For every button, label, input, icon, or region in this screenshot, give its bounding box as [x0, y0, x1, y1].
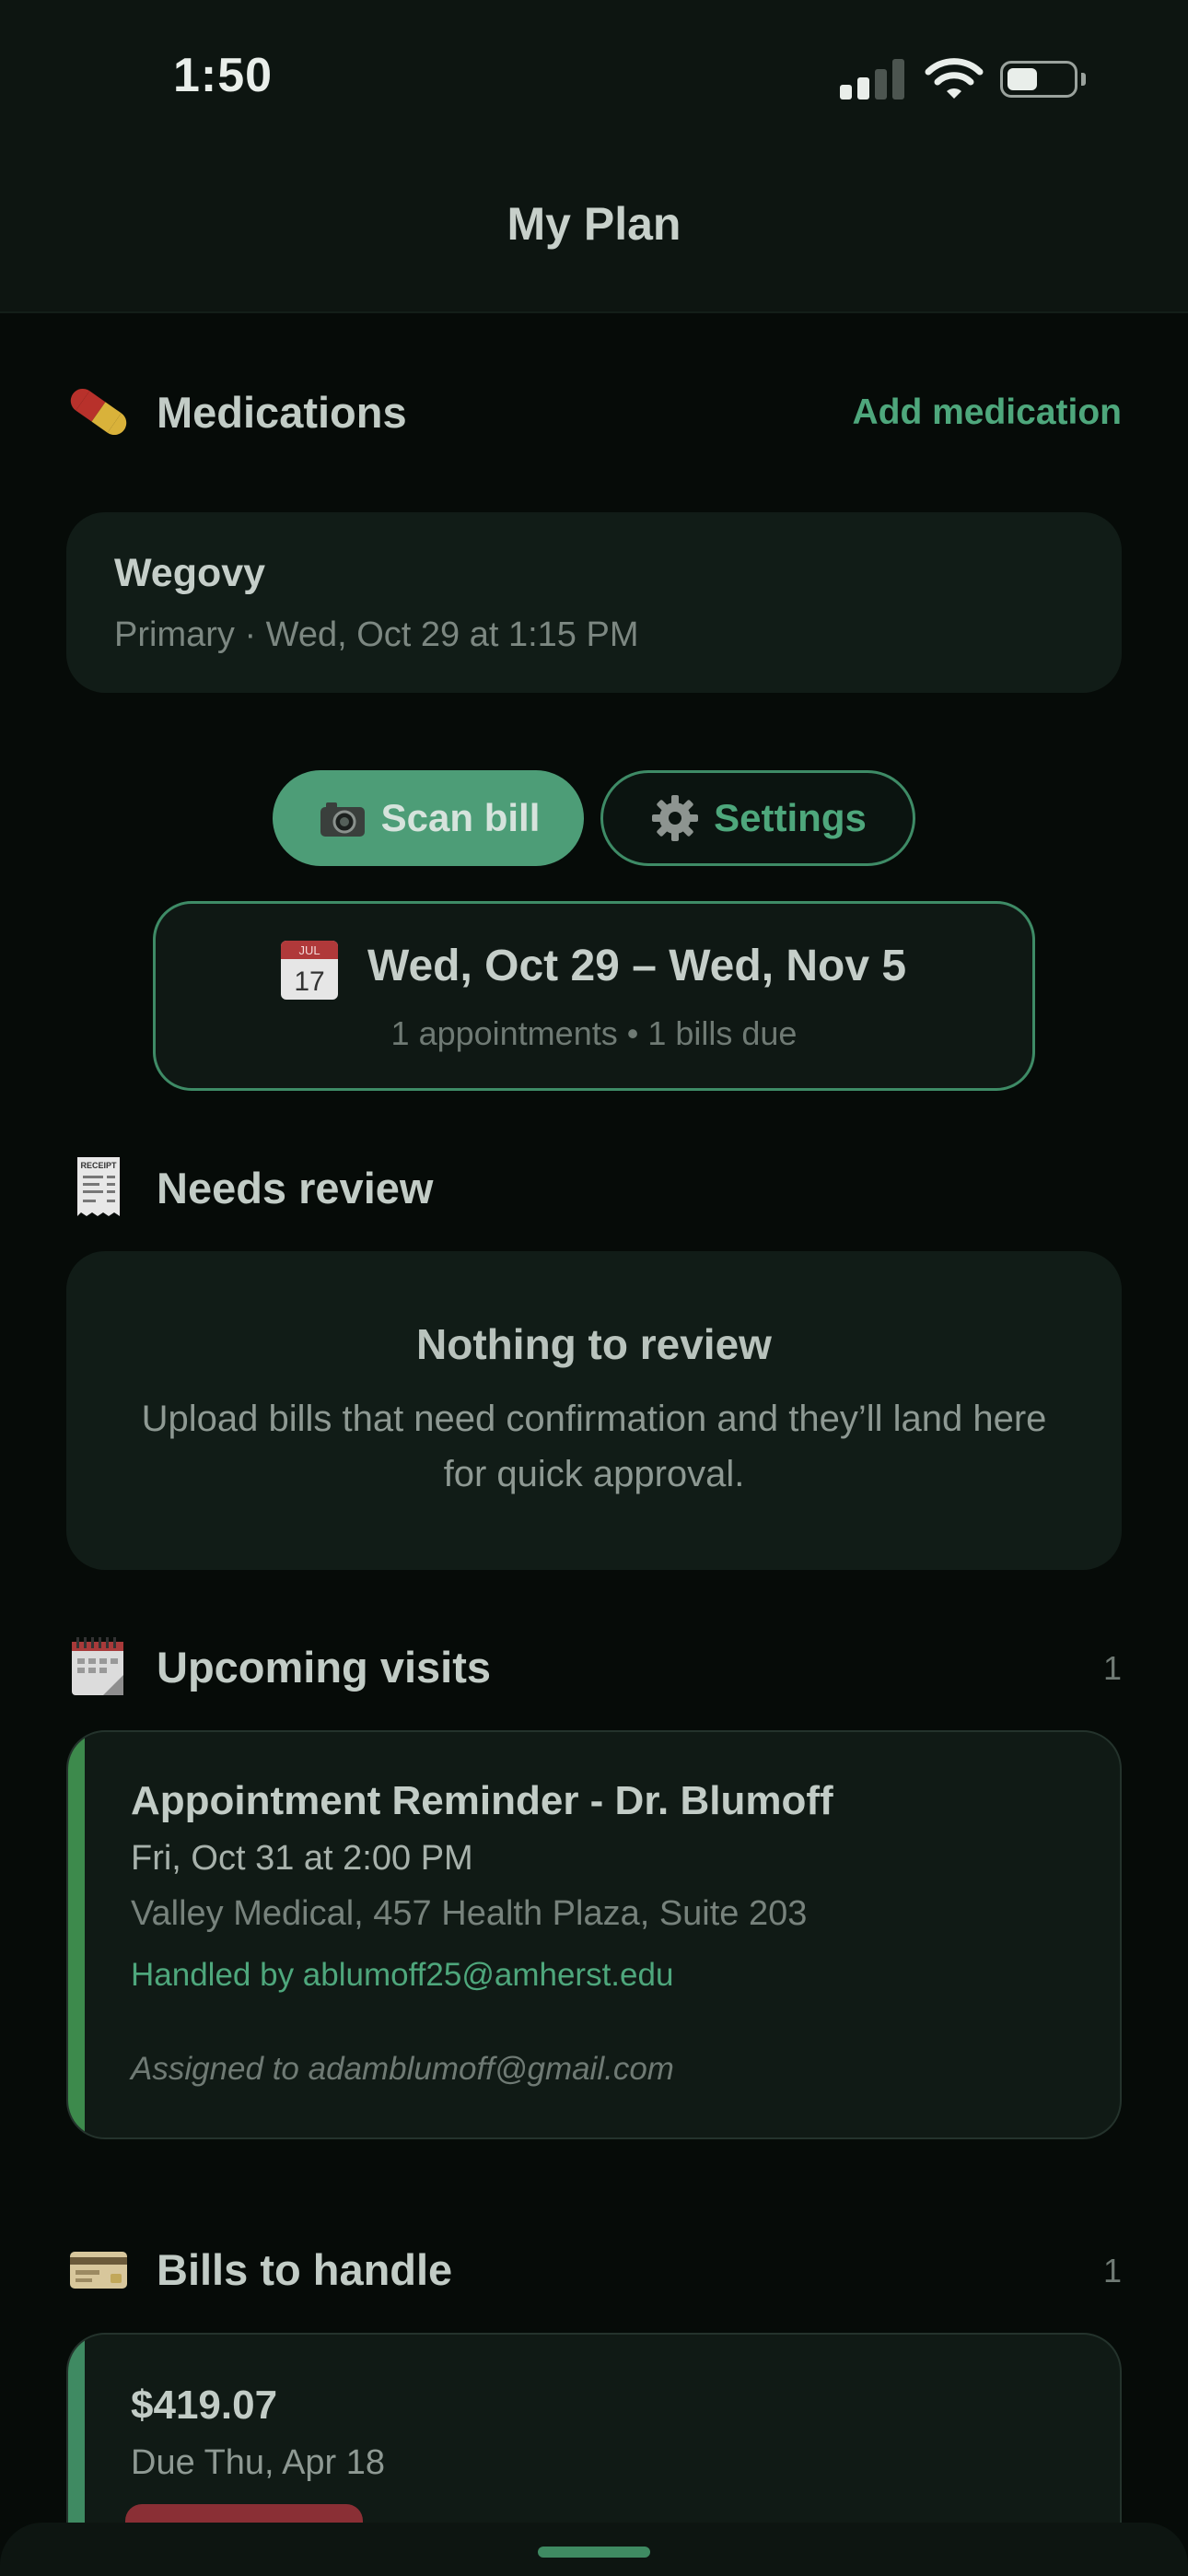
appointment-accent-bar [68, 1732, 85, 2137]
scan-bill-label: Scan bill [380, 796, 541, 839]
my-plan-screen: 1:50 My Plan Medications Add medication … [0, 0, 1188, 2576]
appointment-time: Fri, Oct 31 at 2:00 PM [131, 1839, 473, 1878]
camera-icon [320, 802, 365, 837]
page-title: My Plan [507, 198, 681, 250]
needs-review-title: Needs review [157, 1164, 434, 1212]
medications-header: Medications Add medication [66, 380, 1122, 444]
appointment-card[interactable]: Appointment Reminder - Dr. Blumoff Fri, … [66, 1730, 1122, 2139]
empty-state-title: Nothing to review [416, 1320, 772, 1368]
settings-button[interactable]: Settings [600, 770, 915, 866]
medication-detail: Primary · Wed, Oct 29 at 1:15 PM [114, 615, 639, 654]
settings-label: Settings [714, 796, 867, 839]
wifi-icon [925, 58, 984, 99]
receipt-heading: RECEIPT [80, 1161, 117, 1170]
bills-count: 1 [1102, 2252, 1122, 2289]
needs-review-empty-card: Nothing to review Upload bills that need… [66, 1251, 1122, 1570]
medications-title: Medications [157, 388, 407, 437]
appointment-title: Appointment Reminder - Dr. Blumoff [131, 1778, 833, 1823]
appointment-handled-by: Handled by ablumoff25@amherst.edu [131, 1957, 674, 1993]
bill-amount: $419.07 [131, 2383, 278, 2428]
home-indicator-area [0, 2523, 1188, 2576]
spiral-calendar-icon [72, 1637, 123, 1695]
upcoming-visits-header: Upcoming visits 1 [66, 1634, 1122, 1699]
scan-bill-button[interactable]: Scan bill [273, 770, 584, 866]
credit-card-icon [70, 2252, 127, 2289]
home-indicator[interactable] [538, 2547, 650, 2558]
calendar-day: 17 [294, 966, 324, 997]
date-range-title: Wed, Oct 29 – Wed, Nov 5 [367, 942, 907, 990]
date-range-card[interactable]: JUL 17 Wed, Oct 29 – Wed, Nov 5 1 appoin… [153, 901, 1035, 1091]
needs-review-header: RECEIPT Needs review [66, 1155, 1122, 1220]
upcoming-visits-count: 1 [1102, 1649, 1122, 1687]
calendar-icon: JUL 17 [281, 941, 338, 1000]
appointment-location: Valley Medical, 457 Health Plaza, Suite … [131, 1894, 808, 1933]
date-range-summary: 1 appointments • 1 bills due [390, 1014, 798, 1052]
bills-title: Bills to handle [157, 2245, 453, 2294]
gear-icon [652, 795, 699, 841]
pill-icon [70, 388, 127, 436]
empty-state-body: Upload bills that need confirmation and … [141, 1399, 1047, 1494]
appointment-assigned-to: Assigned to adamblumoff@gmail.com [131, 2051, 674, 2087]
bills-header: Bills to handle 1 [66, 2237, 1122, 2301]
calendar-month: JUL [298, 943, 320, 957]
battery-icon [1000, 61, 1077, 98]
cellular-signal-icon [840, 57, 904, 100]
medication-name: Wegovy [114, 551, 266, 595]
receipt-icon: RECEIPT [77, 1157, 120, 1216]
medication-card[interactable]: Wegovy Primary · Wed, Oct 29 at 1:15 PM [66, 512, 1122, 693]
upcoming-visits-title: Upcoming visits [157, 1643, 492, 1692]
bill-due-date: Due Thu, Apr 18 [131, 2443, 386, 2482]
status-time: 1:50 [173, 49, 274, 102]
add-medication-button[interactable]: Add medication [852, 392, 1122, 433]
top-bar: 1:50 My Plan [0, 0, 1188, 313]
